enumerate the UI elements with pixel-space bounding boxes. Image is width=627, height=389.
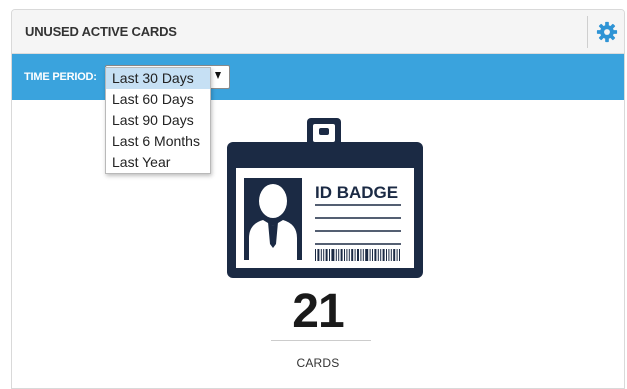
option-last-60-days[interactable]: Last 60 Days [106, 89, 210, 110]
widget-title: UNUSED ACTIVE CARDS [25, 24, 177, 39]
option-last-90-days[interactable]: Last 90 Days [106, 110, 210, 131]
time-period-dropdown: Last 30 Days Last 60 Days Last 90 Days L… [105, 67, 211, 174]
gear-icon[interactable] [596, 21, 618, 43]
option-last-year[interactable]: Last Year [106, 152, 210, 173]
unused-cards-count: 21 [292, 285, 344, 338]
count-divider [271, 340, 371, 341]
unused-active-cards-widget: UNUSED ACTIVE CARDS TIME PERIOD: Last 30… [11, 9, 625, 389]
dropdown-arrow-icon[interactable] [215, 72, 221, 79]
widget-header: UNUSED ACTIVE CARDS [12, 10, 624, 54]
option-last-6-months[interactable]: Last 6 Months [106, 131, 210, 152]
option-last-30-days[interactable]: Last 30 Days [106, 68, 210, 89]
time-period-label: TIME PERIOD: [24, 71, 97, 83]
badge-label: ID BADGE [315, 183, 398, 202]
count-unit-label: CARDS [296, 356, 340, 370]
id-badge-icon: ID BADGE [227, 118, 423, 278]
header-divider [587, 16, 588, 48]
filter-bar: TIME PERIOD: [12, 54, 624, 100]
